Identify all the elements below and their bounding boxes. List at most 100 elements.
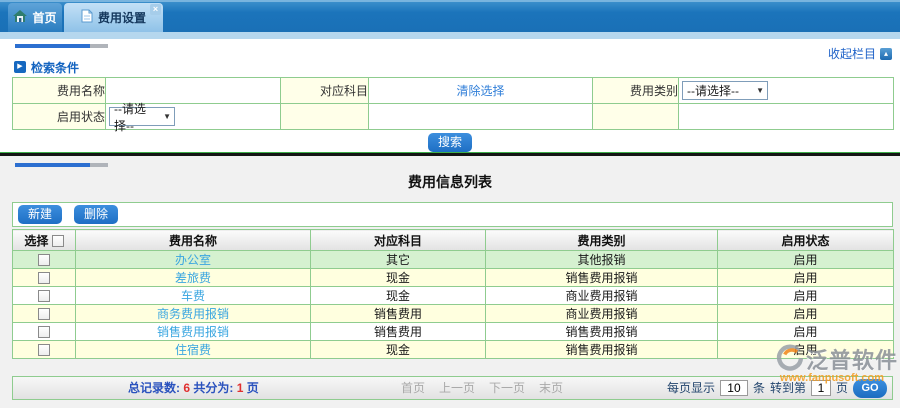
fee-name-link[interactable]: 差旅费 <box>175 271 211 285</box>
prev-page-link[interactable]: 上一页 <box>439 377 475 399</box>
list-title: 费用信息列表 <box>0 172 900 190</box>
progress-bar-blue <box>15 44 90 48</box>
home-icon <box>13 10 27 25</box>
status-cell: 启用 <box>718 251 894 269</box>
row-checkbox[interactable] <box>38 254 50 266</box>
next-page-link[interactable]: 下一页 <box>489 377 525 399</box>
category-cell: 其他报销 <box>486 251 718 269</box>
empty-label-cell <box>281 104 369 130</box>
category-cell: 销售费用报销 <box>486 341 718 359</box>
delete-button[interactable]: 删除 <box>74 205 118 224</box>
search-section: 收起栏目 ▴ ▶ 检索条件 费用名称 对应科目 清除选择 费用类别 --请选择-… <box>0 39 900 152</box>
row-checkbox[interactable] <box>38 308 50 320</box>
tabbar-bottom-strip <box>0 32 900 39</box>
chevron-down-icon: ▼ <box>756 86 764 95</box>
new-button[interactable]: 新建 <box>18 205 62 224</box>
record-stats: 总记录数: 6 共分为: 1 页 <box>128 377 259 399</box>
category-cell: 销售费用报销 <box>486 323 718 341</box>
category-cell: 商业费用报销 <box>486 287 718 305</box>
total-records-value: 6 <box>183 381 190 395</box>
subject-column-header: 对应科目 <box>311 230 486 251</box>
subject-cell: 现金 <box>311 287 486 305</box>
fee-table: 选择 费用名称 对应科目 费用类别 启用状态 办公室 其它 其他报销 启用 差旅… <box>12 229 894 359</box>
tab-fee-settings[interactable]: 费用设置 × <box>64 3 163 32</box>
goto-page-label: 转到第 <box>770 377 806 399</box>
category-cell: 销售费用报销 <box>486 269 718 287</box>
status-cell: 启用 <box>718 323 894 341</box>
search-conditions-header: ▶ 检索条件 <box>14 59 900 75</box>
tab-fee-settings-label: 费用设置 <box>98 9 146 26</box>
section-divider <box>0 152 900 156</box>
pagination-nav: 首页 上一页 下一页 末页 <box>401 377 563 399</box>
table-row: 车费 现金 商业费用报销 启用 <box>13 287 894 305</box>
row-checkbox[interactable] <box>38 272 50 284</box>
fee-name-link[interactable]: 车费 <box>181 289 205 303</box>
progress-bar-gray <box>90 163 108 167</box>
category-select[interactable]: --请选择-- ▼ <box>682 81 768 100</box>
collapse-icon: ▴ <box>880 48 892 60</box>
list-toolbar: 新建 删除 <box>12 202 893 227</box>
table-row: 住宿费 现金 销售费用报销 启用 <box>13 341 894 359</box>
status-cell: 启用 <box>718 287 894 305</box>
table-row: 商务费用报销 销售费用 商业费用报销 启用 <box>13 305 894 323</box>
empty-field-cell <box>369 104 593 130</box>
table-row: 销售费用报销 销售费用 销售费用报销 启用 <box>13 323 894 341</box>
per-page-input[interactable] <box>720 380 748 396</box>
row-checkbox[interactable] <box>38 290 50 302</box>
fee-list-section: 费用信息列表 新建 删除 选择 费用名称 对应科目 费用类别 启用状态 办公室 … <box>0 163 900 408</box>
close-tab-icon[interactable]: × <box>150 4 161 15</box>
fee-name-link[interactable]: 办公室 <box>175 253 211 267</box>
fee-name-input[interactable] <box>106 80 280 102</box>
progress-decoration <box>15 44 108 48</box>
pagination-controls: 每页显示 条 转到第 页 GO <box>667 377 887 399</box>
status-cell: 启用 <box>718 305 894 323</box>
fee-name-link[interactable]: 商务费用报销 <box>157 307 229 321</box>
subject-label: 对应科目 <box>281 78 369 104</box>
last-page-link[interactable]: 末页 <box>539 377 563 399</box>
first-page-link[interactable]: 首页 <box>401 377 425 399</box>
subject-cell: 现金 <box>311 269 486 287</box>
progress-bar-gray <box>90 44 108 48</box>
row-checkbox[interactable] <box>38 326 50 338</box>
subject-cell: 销售费用 <box>311 323 486 341</box>
progress-decoration <box>15 163 108 167</box>
document-icon <box>81 9 93 26</box>
status-select-value: --请选择-- <box>114 100 157 134</box>
category-select-value: --请选择-- <box>687 82 739 99</box>
per-page-label: 每页显示 <box>667 377 715 399</box>
pages-label: 共分为: <box>193 381 233 395</box>
subject-cell: 现金 <box>311 341 486 359</box>
category-column-header: 费用类别 <box>486 230 718 251</box>
chevron-down-icon: ▼ <box>163 112 171 121</box>
table-row: 办公室 其它 其他报销 启用 <box>13 251 894 269</box>
progress-bar-blue <box>15 163 90 167</box>
collapse-link-label: 收起栏目 <box>828 45 876 62</box>
name-column-header: 费用名称 <box>76 230 311 251</box>
tab-bar: 首页 费用设置 × <box>0 0 900 32</box>
collapse-columns-link[interactable]: 收起栏目 ▴ <box>828 45 892 62</box>
clear-selection-link[interactable]: 清除选择 <box>456 84 504 98</box>
status-cell: 启用 <box>718 269 894 287</box>
select-all-checkbox[interactable] <box>52 235 64 247</box>
tab-home[interactable]: 首页 <box>8 3 62 32</box>
pagination-bar: 总记录数: 6 共分为: 1 页 首页 上一页 下一页 末页 每页显示 条 转到… <box>12 376 893 400</box>
row-checkbox[interactable] <box>38 344 50 356</box>
category-cell: 商业费用报销 <box>486 305 718 323</box>
goto-page-unit: 页 <box>836 377 848 399</box>
section-arrow-icon: ▶ <box>14 61 26 73</box>
search-button[interactable]: 搜索 <box>428 133 472 152</box>
subject-cell: 销售费用 <box>311 305 486 323</box>
search-conditions-title: 检索条件 <box>31 59 79 76</box>
select-header-label: 选择 <box>24 234 48 248</box>
status-cell: 启用 <box>718 341 894 359</box>
fee-name-link[interactable]: 住宿费 <box>175 343 211 357</box>
total-records-label: 总记录数: <box>128 381 180 395</box>
fee-name-link[interactable]: 销售费用报销 <box>157 325 229 339</box>
table-row: 差旅费 现金 销售费用报销 启用 <box>13 269 894 287</box>
fee-name-label: 费用名称 <box>13 78 106 104</box>
empty-label-cell <box>593 104 679 130</box>
status-select[interactable]: --请选择-- ▼ <box>109 107 175 126</box>
goto-page-input[interactable] <box>811 380 831 396</box>
status-label: 启用状态 <box>13 104 106 130</box>
go-button[interactable]: GO <box>853 379 887 398</box>
